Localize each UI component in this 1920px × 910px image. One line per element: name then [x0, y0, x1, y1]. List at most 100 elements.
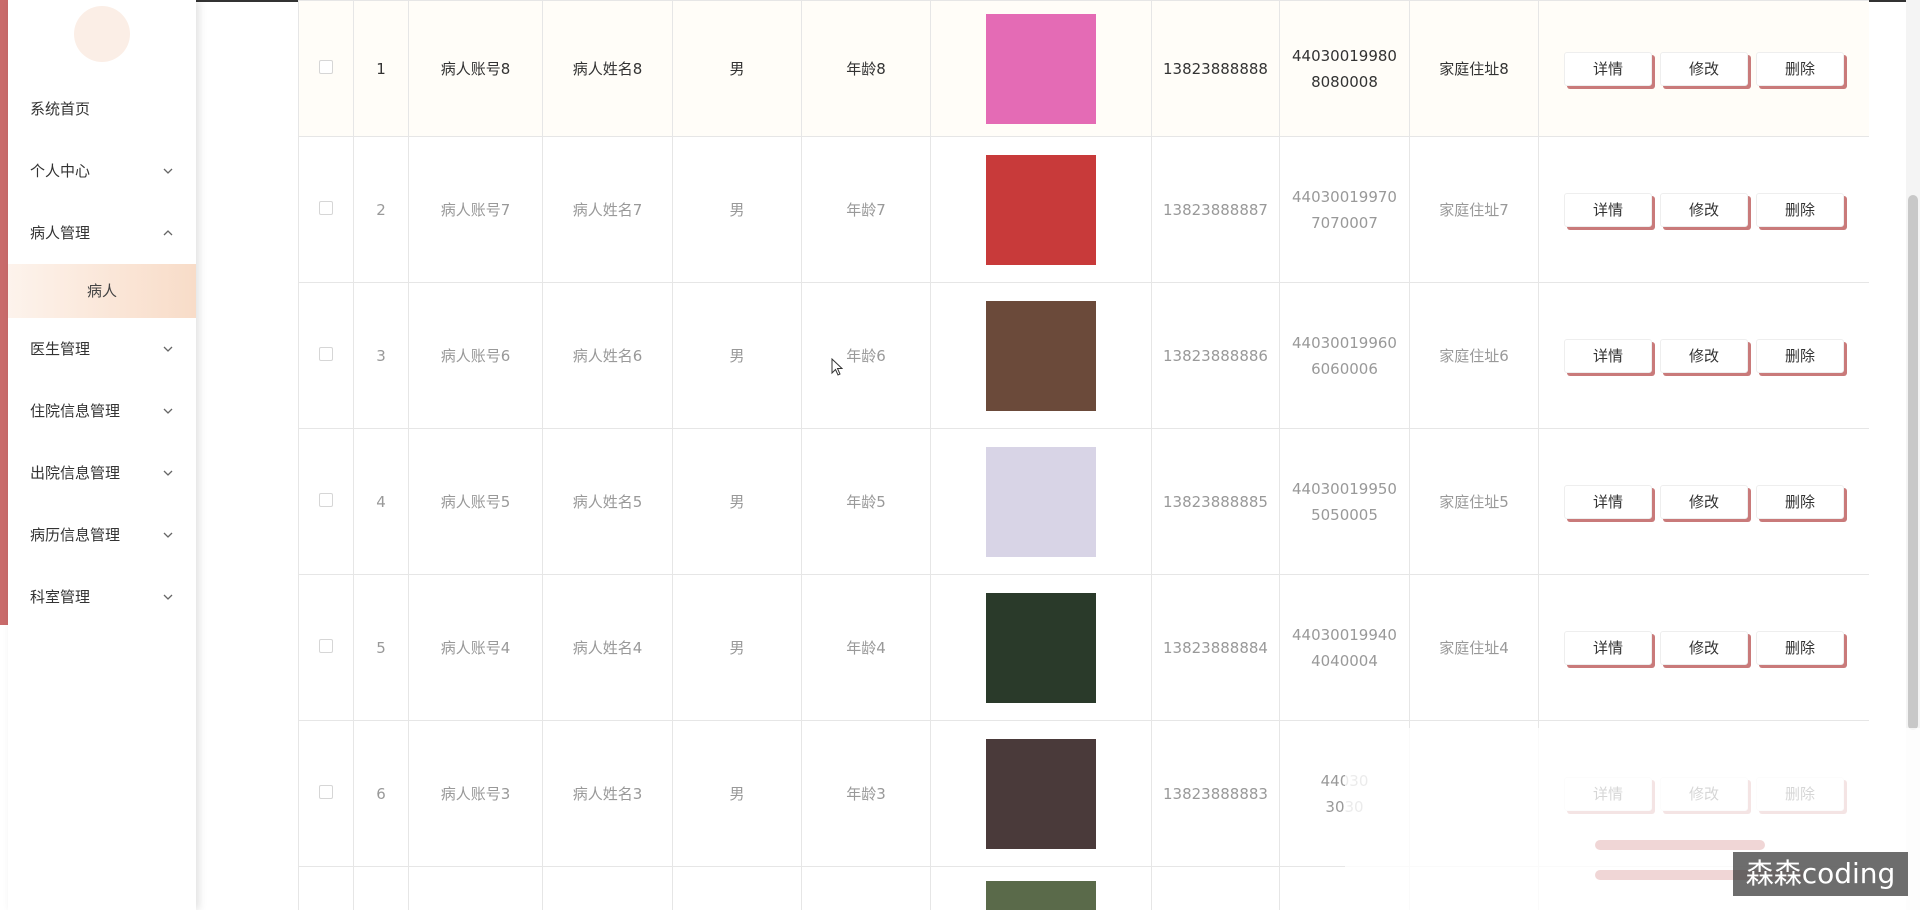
- sidebar-item-label: 个人中心: [30, 162, 91, 180]
- sidebar-item-7[interactable]: 病历信息管理: [8, 504, 196, 566]
- sidebar-item-8[interactable]: 科室管理: [8, 566, 196, 628]
- phone-cell: 13823888887: [1151, 136, 1280, 283]
- table-row: 1 病人账号8 病人姓名8 男年龄8 13823888888 44030019980 808…: [298, 0, 1869, 137]
- id-line-1: 44030019940: [1292, 625, 1397, 644]
- age-cell: 年龄8: [801, 0, 931, 137]
- table-row: 4 病人账号5 病人姓名5 男年龄5 13823888885 44030019950 505…: [298, 428, 1869, 575]
- sidebar-menu: 系统首页个人中心病人管理病人 医生管理住院信息管理 出院信息管理病历信息管理科室管理: [8, 78, 196, 628]
- sidebar: 系统首页个人中心病人管理病人 医生管理住院信息管理 出院信息管理病历信息管理科室管理: [8, 0, 196, 910]
- actions-cell: 详情修改删除: [1538, 282, 1869, 429]
- patient-photo[interactable]: [986, 446, 1096, 557]
- gender-cell: 男: [672, 0, 802, 137]
- photo-cell: [930, 866, 1152, 910]
- detail-button[interactable]: 详情: [1564, 51, 1652, 86]
- sidebar-item-label: 出院信息管理: [30, 464, 121, 482]
- sidebar-item-label: 科室管理: [30, 588, 91, 606]
- edit-button[interactable]: 修改: [1660, 630, 1748, 665]
- detail-button[interactable]: 详情: [1564, 484, 1652, 519]
- mouse-cursor-icon: [831, 358, 843, 376]
- sidebar-item-6[interactable]: 出院信息管理: [8, 442, 196, 504]
- sidebar-item-3[interactable]: 病人管理: [8, 202, 196, 264]
- actions-cell: 详情修改删除: [1538, 0, 1869, 137]
- delete-button[interactable]: 删除: [1756, 630, 1844, 665]
- sidebar-item-5[interactable]: 住院信息管理: [8, 380, 196, 442]
- table-cell: [353, 866, 409, 910]
- chevron-down-icon: [162, 566, 174, 628]
- actions-cell: 详情修改删除: [1538, 574, 1869, 721]
- detail-button[interactable]: 详情: [1564, 338, 1652, 373]
- detail-button[interactable]: 详情: [1564, 630, 1652, 665]
- gender-cell: 男: [672, 136, 802, 283]
- index-cell: 2: [353, 136, 409, 283]
- table-cell: [298, 866, 354, 910]
- patient-photo[interactable]: [986, 13, 1096, 124]
- account-cell: 病人账号7: [408, 136, 543, 283]
- sidebar-item-1[interactable]: 系统首页: [8, 78, 196, 140]
- sidebar-item-4[interactable]: 医生管理: [8, 318, 196, 380]
- name-cell: 病人姓名8: [542, 0, 673, 137]
- delete-button[interactable]: 删除: [1756, 484, 1844, 519]
- delete-button[interactable]: 删除: [1756, 338, 1844, 373]
- scrollbar-thumb[interactable]: [1908, 195, 1918, 730]
- sidebar-item-label: 住院信息管理: [30, 402, 121, 420]
- name-cell: 病人姓名5: [542, 428, 673, 575]
- patient-photo[interactable]: [986, 592, 1096, 703]
- id-line-2: 6060006: [1311, 359, 1378, 378]
- photo-cell: [930, 574, 1152, 721]
- patient-photo[interactable]: [986, 738, 1096, 849]
- id-number-cell: 44030019970 7070007: [1279, 136, 1410, 283]
- phone-cell: 13823888888: [1151, 0, 1280, 137]
- patient-photo[interactable]: [986, 881, 1096, 910]
- chevron-down-icon: [162, 504, 174, 566]
- account-cell: 病人账号3: [408, 720, 543, 867]
- index-cell: 5: [353, 574, 409, 721]
- id-number-cell: 44030019940 4040004: [1279, 574, 1410, 721]
- age-cell: 年龄7: [801, 136, 931, 283]
- name-cell: 病人姓名6: [542, 282, 673, 429]
- table-cell: [542, 866, 673, 910]
- edit-button[interactable]: 修改: [1660, 192, 1748, 227]
- id-line-1: 44030019970: [1292, 187, 1397, 206]
- age-cell: 年龄3: [801, 720, 931, 867]
- edit-button[interactable]: 修改: [1660, 338, 1748, 373]
- photo-cell: [930, 282, 1152, 429]
- index-cell: 4: [353, 428, 409, 575]
- gender-cell: 男: [672, 720, 802, 867]
- row-checkbox[interactable]: [319, 200, 333, 215]
- address-cell: 家庭住址5: [1409, 428, 1539, 575]
- sidebar-item-label: 系统首页: [30, 100, 91, 118]
- avatar[interactable]: [74, 6, 130, 62]
- id-line-2: 4040004: [1311, 651, 1378, 670]
- table-row: 3 病人账号6 病人姓名6 男年龄6 13823888886 44030019960 606…: [298, 282, 1869, 429]
- name-cell: 病人姓名3: [542, 720, 673, 867]
- table-row: 2 病人账号7 病人姓名7 男年龄7 13823888887 44030019970 707…: [298, 136, 1869, 283]
- row-checkbox[interactable]: [319, 346, 333, 361]
- table-cell: [1151, 866, 1280, 910]
- accent-bar: [0, 0, 8, 625]
- chevron-up-icon: [162, 202, 174, 264]
- actions-cell: 详情修改删除: [1538, 136, 1869, 283]
- edit-button[interactable]: 修改: [1660, 484, 1748, 519]
- row-checkbox[interactable]: [319, 784, 333, 799]
- patient-photo[interactable]: [986, 154, 1096, 265]
- id-line-1: 44030019980: [1292, 46, 1397, 65]
- gender-cell: 男: [672, 428, 802, 575]
- row-checkbox-cell: [298, 428, 354, 575]
- phone-cell: 13823888886: [1151, 282, 1280, 429]
- phone-cell: 13823888884: [1151, 574, 1280, 721]
- delete-button[interactable]: 删除: [1756, 192, 1844, 227]
- row-checkbox[interactable]: [319, 638, 333, 653]
- row-checkbox-cell: [298, 0, 354, 137]
- id-line-2: 5050005: [1311, 505, 1378, 524]
- edit-button[interactable]: 修改: [1660, 51, 1748, 86]
- sidebar-item-label: 病人管理: [30, 224, 91, 242]
- row-checkbox[interactable]: [319, 59, 333, 74]
- patient-photo[interactable]: [986, 300, 1096, 411]
- index-cell: 3: [353, 282, 409, 429]
- submenu-item-patient[interactable]: 病人: [8, 264, 196, 318]
- detail-button[interactable]: 详情: [1564, 192, 1652, 227]
- sidebar-item-2[interactable]: 个人中心: [8, 140, 196, 202]
- delete-button[interactable]: 删除: [1756, 51, 1844, 86]
- row-checkbox[interactable]: [319, 492, 333, 507]
- chevron-down-icon: [162, 442, 174, 504]
